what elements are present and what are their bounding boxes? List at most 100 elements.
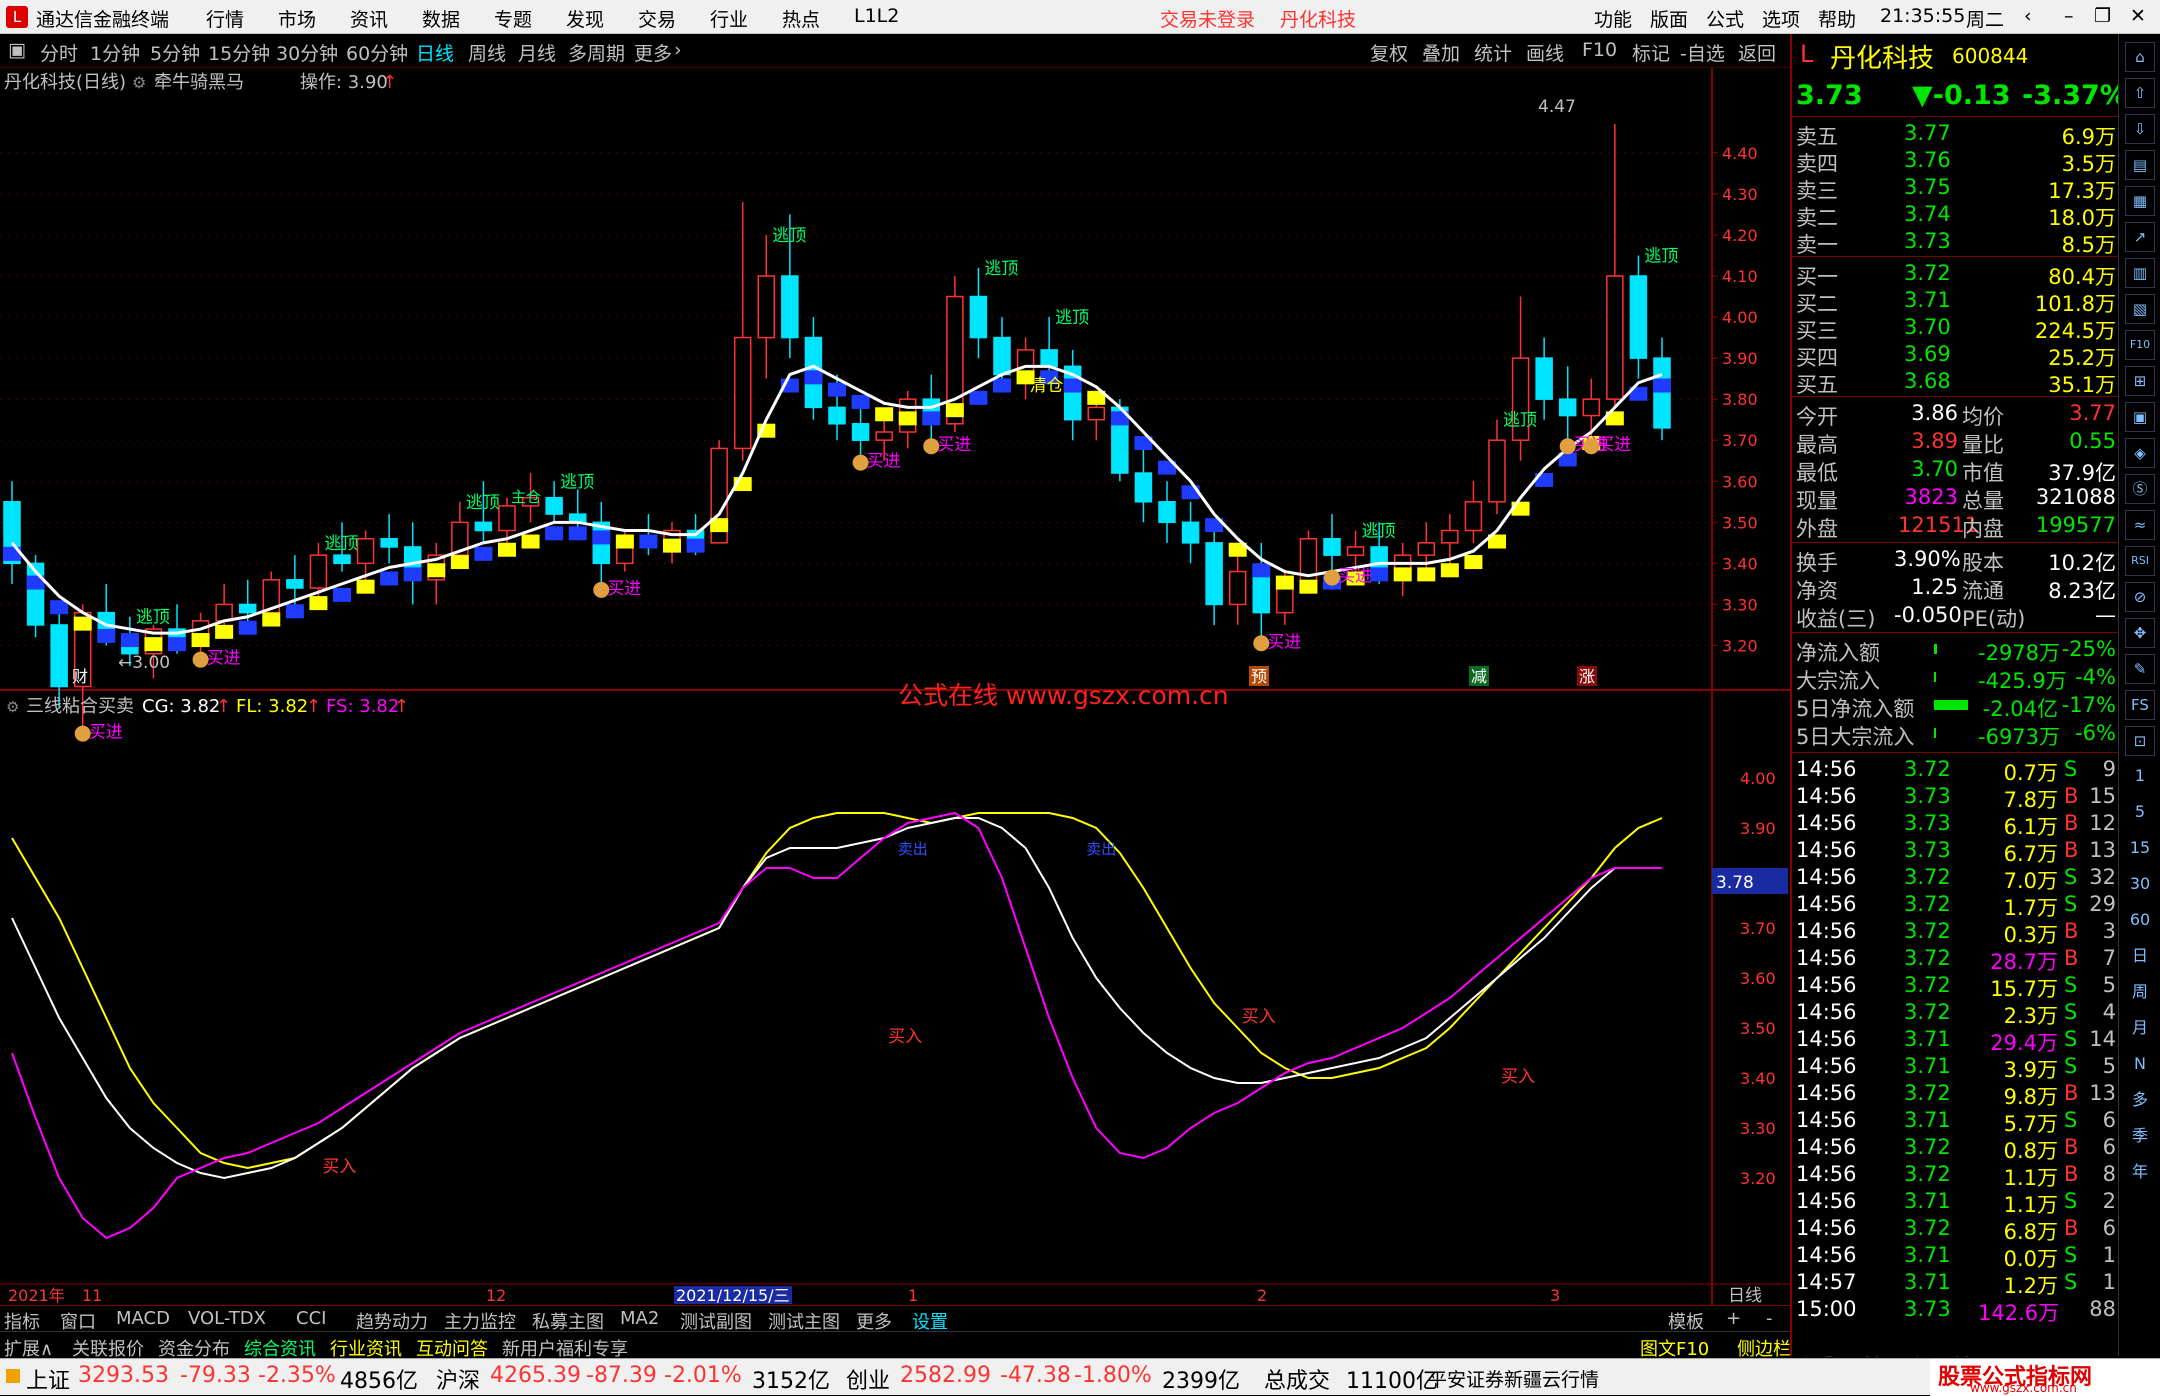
side-tool-icon[interactable]: 日 bbox=[2125, 942, 2155, 972]
period-tab[interactable]: 5分钟 bbox=[150, 39, 200, 66]
tool-draw[interactable]: 画线 bbox=[1526, 39, 1564, 66]
menu-industry[interactable]: 行业 bbox=[710, 5, 748, 32]
side-tool-icon[interactable]: ▥ bbox=[2125, 258, 2155, 288]
panel-toggle-icon[interactable]: ▣ bbox=[8, 39, 26, 61]
menu-data[interactable]: 数据 bbox=[422, 5, 460, 32]
side-tool-icon[interactable]: ▣ bbox=[2125, 402, 2155, 432]
event-pre[interactable]: 预 bbox=[1251, 667, 1267, 686]
side-tool-icon[interactable]: ▧ bbox=[2125, 294, 2155, 324]
bid-row[interactable]: 买四 3.69 25.2万 bbox=[1792, 341, 2120, 370]
period-tab-more[interactable]: 更多 bbox=[634, 39, 672, 66]
indicator-tab[interactable]: CCI bbox=[296, 1308, 326, 1329]
menu-options[interactable]: 选项 bbox=[1762, 5, 1800, 32]
menu-help[interactable]: 帮助 bbox=[1818, 5, 1856, 32]
bid-row[interactable]: 买五 3.68 35.1万 bbox=[1792, 368, 2120, 397]
bid-row[interactable]: 买二 3.71 101.8万 bbox=[1792, 287, 2120, 316]
menu-news[interactable]: 资讯 bbox=[350, 5, 388, 32]
period-tab[interactable]: 多周期 bbox=[568, 39, 625, 66]
back-icon[interactable]: ‹ bbox=[2024, 5, 2032, 27]
login-status[interactable]: 交易未登录 bbox=[1160, 5, 1255, 32]
event-reduce[interactable]: 减 bbox=[1471, 667, 1487, 686]
event-rise[interactable]: 涨 bbox=[1579, 667, 1595, 686]
side-tool-icon[interactable]: 15 bbox=[2125, 834, 2155, 864]
indicator-tab[interactable]: MA2 bbox=[620, 1308, 659, 1329]
side-tool-icon[interactable]: 30 bbox=[2125, 870, 2155, 900]
side-tool-icon[interactable]: 季 bbox=[2125, 1122, 2155, 1152]
menu-topic[interactable]: 专题 bbox=[494, 5, 532, 32]
side-tool-icon[interactable]: F10 bbox=[2125, 330, 2155, 360]
side-tool-icon[interactable]: ⊡ bbox=[2125, 726, 2155, 756]
bid-row[interactable]: 买一 3.72 80.4万 bbox=[1792, 260, 2120, 289]
event-fin[interactable]: 财 bbox=[72, 667, 88, 686]
ask-row[interactable]: 卖一 3.73 8.5万 bbox=[1792, 228, 2120, 257]
tool-fq[interactable]: 复权 bbox=[1370, 39, 1408, 66]
ask-row[interactable]: 卖二 3.74 18.0万 bbox=[1792, 201, 2120, 230]
template-tab[interactable]: - bbox=[1766, 1308, 1773, 1329]
sub-gear-icon[interactable]: ⚙ bbox=[6, 698, 19, 716]
side-tool-icon[interactable]: FS bbox=[2125, 690, 2155, 720]
side-tool-icon[interactable]: ✥ bbox=[2125, 618, 2155, 648]
ask-row[interactable]: 卖五 3.77 6.9万 bbox=[1792, 120, 2120, 149]
period-tab[interactable]: 月线 bbox=[518, 39, 556, 66]
menu-discover[interactable]: 发现 bbox=[566, 5, 604, 32]
tool-f10[interactable]: F10 bbox=[1582, 39, 1617, 61]
side-tool-icon[interactable]: ⊘ bbox=[2125, 582, 2155, 612]
side-tool-icon[interactable]: 1 bbox=[2125, 762, 2155, 792]
side-tool-icon[interactable]: ⇧ bbox=[2125, 78, 2155, 108]
ask-row[interactable]: 卖三 3.75 17.3万 bbox=[1792, 174, 2120, 203]
tool-overlay[interactable]: 叠加 bbox=[1422, 39, 1460, 66]
menu-layout[interactable]: 版面 bbox=[1650, 5, 1688, 32]
sz-name[interactable]: 沪深 bbox=[436, 1363, 480, 1395]
restore-icon[interactable]: ❐ bbox=[2094, 5, 2111, 27]
side-tool-icon[interactable]: RSI bbox=[2125, 546, 2155, 576]
menu-trade[interactable]: 交易 bbox=[638, 5, 676, 32]
side-tool-icon[interactable]: ◈ bbox=[2125, 438, 2155, 468]
side-tool-icon[interactable]: 60 bbox=[2125, 906, 2155, 936]
period-tab[interactable]: 30分钟 bbox=[276, 39, 338, 66]
side-tool-icon[interactable]: Ⓢ bbox=[2125, 474, 2155, 504]
menu-market2[interactable]: 市场 bbox=[278, 5, 316, 32]
template-tab[interactable]: + bbox=[1726, 1308, 1741, 1329]
indicator-tab[interactable]: MACD bbox=[116, 1308, 170, 1329]
ask-row[interactable]: 卖四 3.76 3.5万 bbox=[1792, 147, 2120, 176]
side-tool-icon[interactable]: 年 bbox=[2125, 1158, 2155, 1188]
indicator-gear-icon[interactable]: ⚙ bbox=[132, 73, 146, 92]
tool-stats[interactable]: 统计 bbox=[1474, 39, 1512, 66]
side-tool-icon[interactable]: ≈ bbox=[2125, 510, 2155, 540]
side-tool-icon[interactable]: ▤ bbox=[2125, 150, 2155, 180]
period-tab[interactable]: 15分钟 bbox=[208, 39, 270, 66]
period-tab[interactable]: 周线 bbox=[468, 39, 506, 66]
side-tool-icon[interactable]: ⌂ bbox=[2125, 42, 2155, 72]
close-icon[interactable]: ✕ bbox=[2130, 5, 2146, 27]
bid-row[interactable]: 买三 3.70 224.5万 bbox=[1792, 314, 2120, 343]
menu-market[interactable]: 行情 bbox=[206, 5, 244, 32]
menu-hot[interactable]: 热点 bbox=[782, 5, 820, 32]
period-tab-active[interactable]: 日线 bbox=[416, 39, 454, 66]
cy-name[interactable]: 创业 bbox=[846, 1363, 890, 1395]
minimize-icon[interactable]: – bbox=[2064, 5, 2074, 27]
tool-back[interactable]: 返回 bbox=[1738, 39, 1776, 66]
indicator-name[interactable]: 牵牛骑黑马 bbox=[154, 72, 244, 93]
period-tab[interactable]: 分时 bbox=[40, 39, 78, 66]
menu-l1l2[interactable]: L1L2 bbox=[854, 5, 899, 27]
side-tool-icon[interactable]: ↗ bbox=[2125, 222, 2155, 252]
sh-name[interactable]: 上证 bbox=[26, 1363, 70, 1395]
tool-mark[interactable]: 标记 bbox=[1632, 39, 1670, 66]
side-tool-icon[interactable]: 5 bbox=[2125, 798, 2155, 828]
side-tool-icon[interactable]: 周 bbox=[2125, 978, 2155, 1008]
side-tool-icon[interactable]: 多 bbox=[2125, 1086, 2155, 1116]
period-tab[interactable]: 1分钟 bbox=[90, 39, 140, 66]
chart-area[interactable]: 丹化科技(日线) 牵牛骑黑马 操作: 3.90 ↑ ⚙ 买进买进买进买进买进买进… bbox=[0, 68, 1790, 1305]
menu-func[interactable]: 功能 bbox=[1594, 5, 1632, 32]
side-tool-icon[interactable]: 月 bbox=[2125, 1014, 2155, 1044]
side-tool-icon[interactable]: ⇩ bbox=[2125, 114, 2155, 144]
indicator-tab[interactable]: VOL-TDX bbox=[188, 1308, 266, 1329]
more-chevron-icon[interactable]: › bbox=[674, 39, 682, 61]
side-tool-icon[interactable]: ✎ bbox=[2125, 654, 2155, 684]
side-tool-icon[interactable]: ⊞ bbox=[2125, 366, 2155, 396]
side-tool-icon[interactable]: N bbox=[2125, 1050, 2155, 1080]
menu-formula[interactable]: 公式 bbox=[1706, 5, 1744, 32]
side-tool-icon[interactable]: ▦ bbox=[2125, 186, 2155, 216]
tool-watch[interactable]: -自选 bbox=[1680, 39, 1725, 66]
period-tab[interactable]: 60分钟 bbox=[346, 39, 408, 66]
